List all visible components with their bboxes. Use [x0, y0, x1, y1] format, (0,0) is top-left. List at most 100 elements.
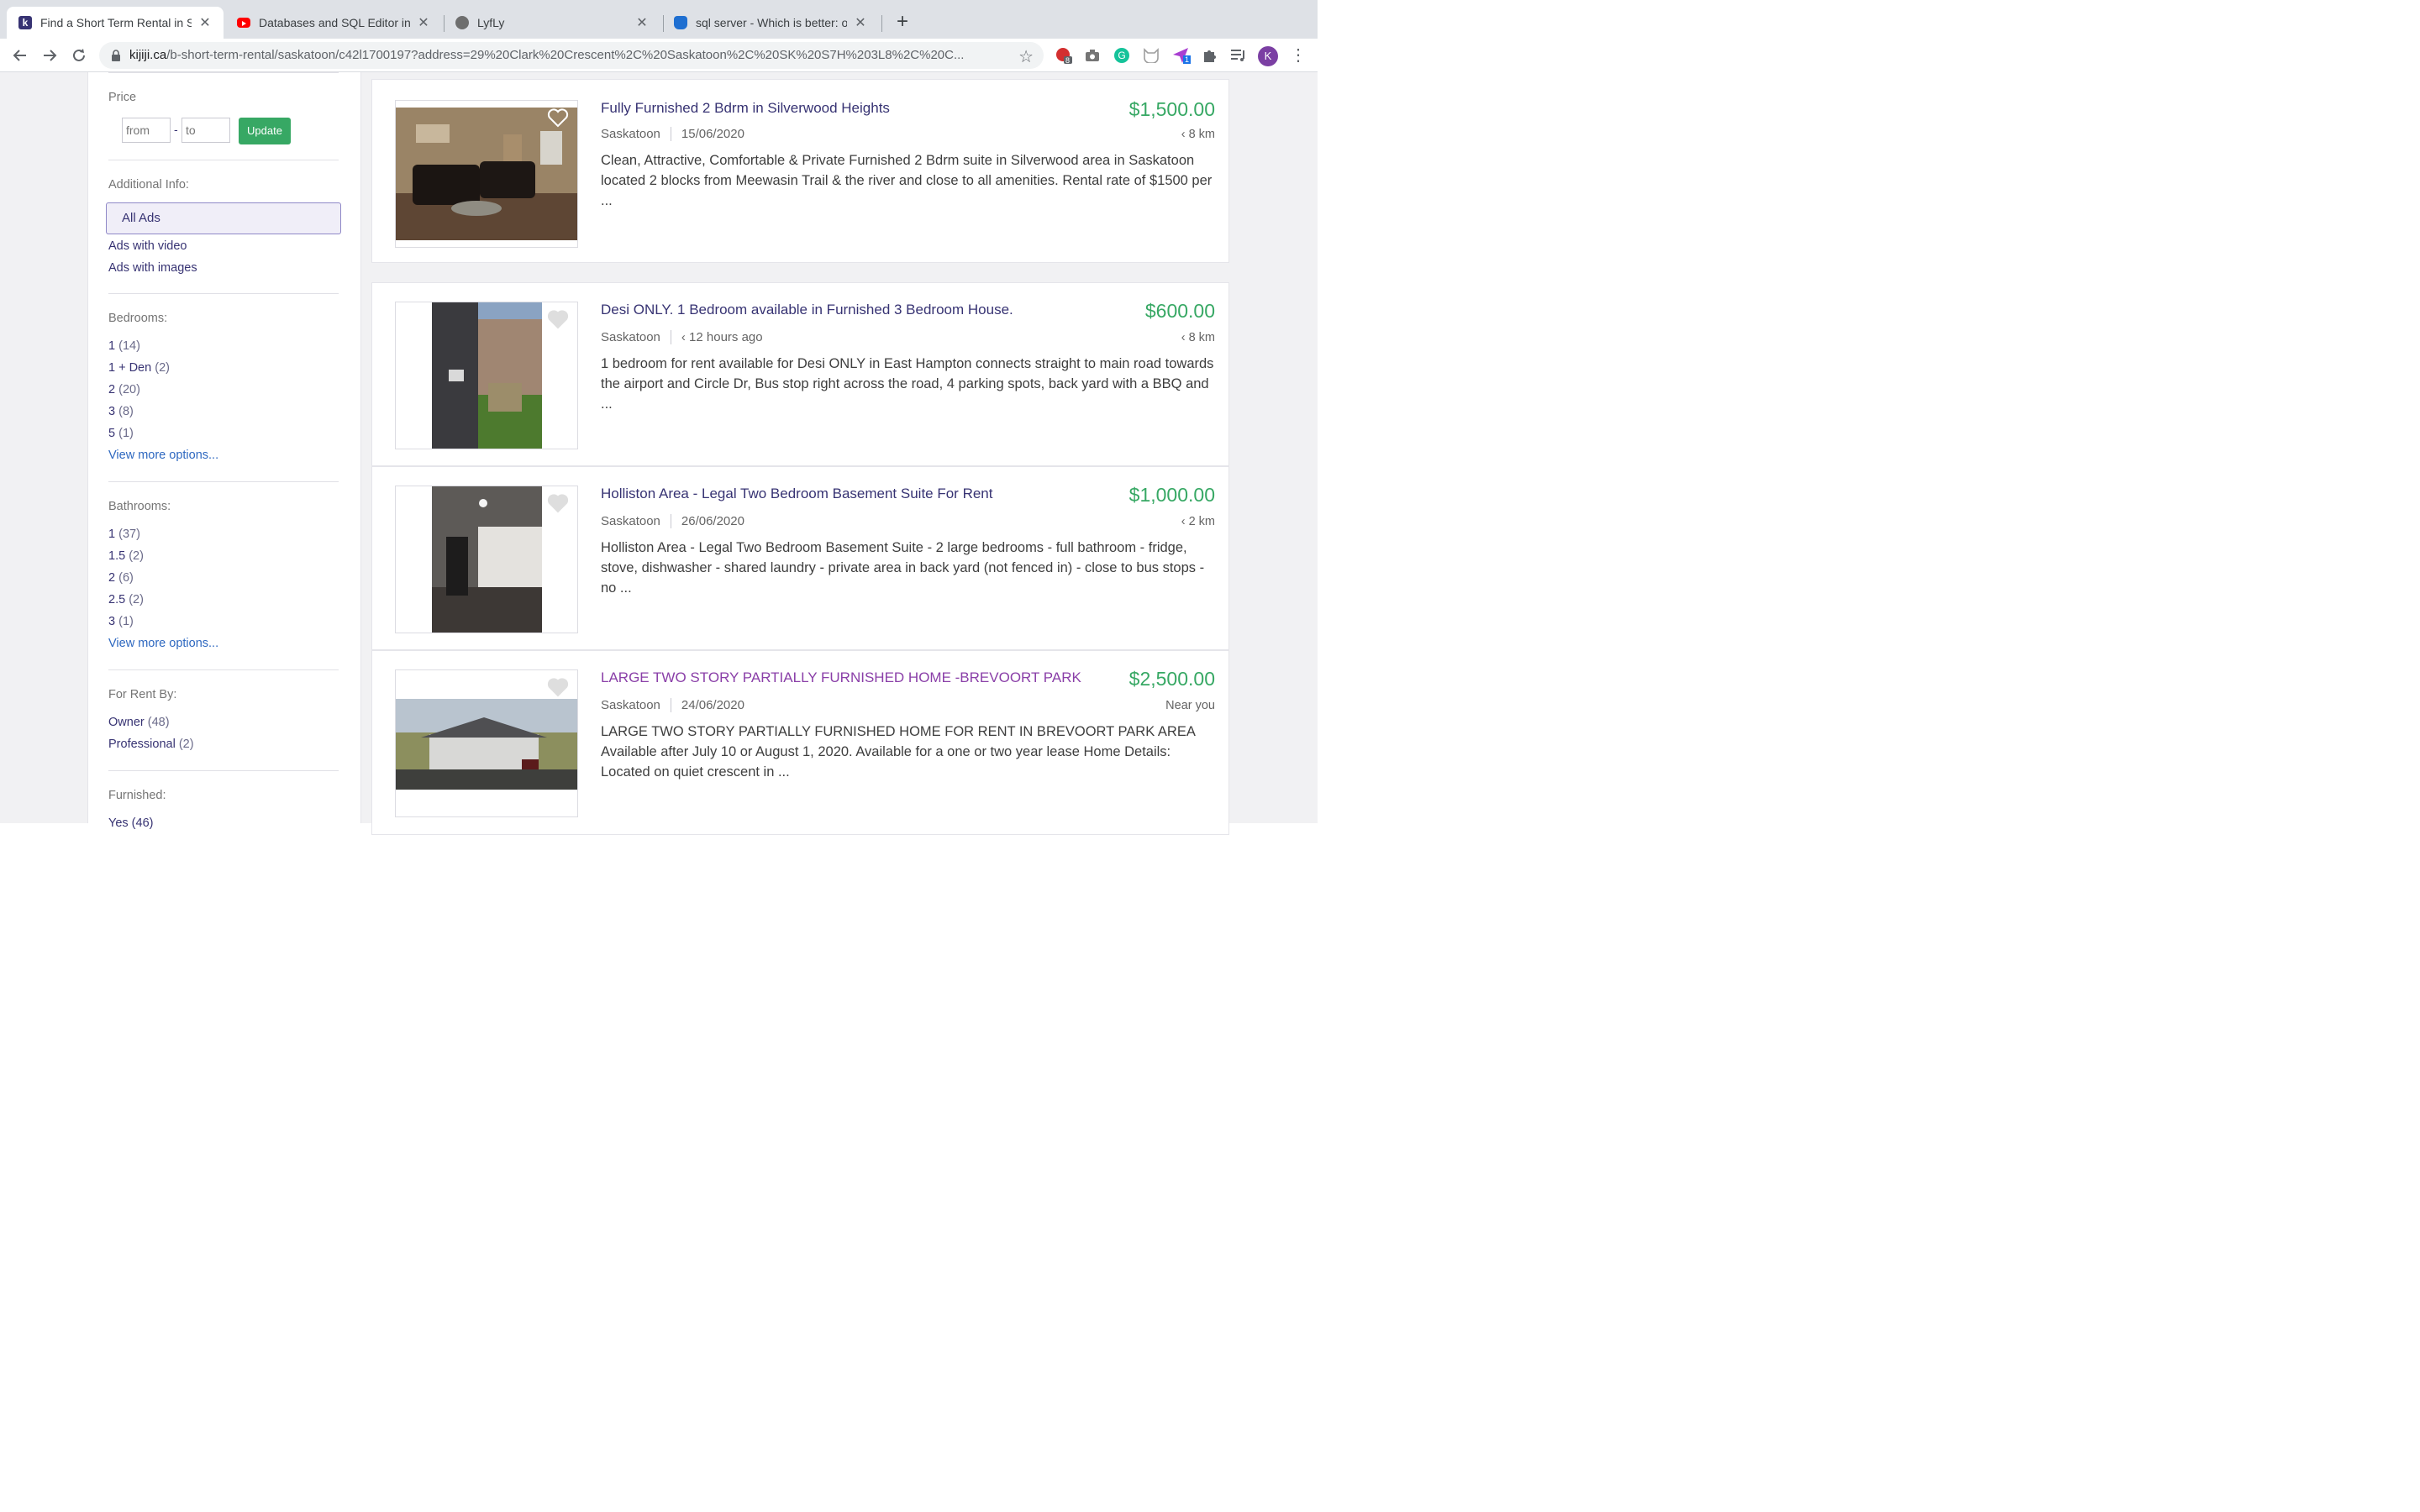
listing-title[interactable]: Holliston Area - Legal Two Bedroom Basem…: [601, 486, 992, 502]
rent-by-option[interactable]: Professional (2): [108, 733, 339, 755]
bedroom-option[interactable]: 1 (14): [108, 335, 339, 357]
listing-title[interactable]: LARGE TWO STORY PARTIALLY FURNISHED HOME…: [601, 669, 1081, 686]
price-heading: Price: [108, 91, 137, 104]
listing-location: Saskatoon: [601, 698, 671, 712]
extension-cat-icon[interactable]: [1143, 47, 1160, 64]
tab-kijiji[interactable]: k Find a Short Term Rental in Saskatoon …: [7, 7, 224, 39]
reading-list-icon[interactable]: [1230, 47, 1247, 64]
lock-icon[interactable]: [109, 49, 123, 62]
grammarly-icon[interactable]: G: [1113, 47, 1130, 64]
listing-title[interactable]: Desi ONLY. 1 Bedroom available in Furnis…: [601, 302, 1013, 318]
filter-sidebar: Price - Update Additional Info: All Ads …: [87, 72, 361, 830]
update-button[interactable]: Update: [239, 118, 291, 144]
rent-by-option[interactable]: Owner (48): [108, 711, 339, 733]
option-label: 1: [108, 528, 116, 541]
bathroom-option[interactable]: 1 (37): [108, 523, 339, 545]
listing-thumbnail[interactable]: [395, 669, 578, 817]
favorite-heart-icon[interactable]: [547, 677, 569, 697]
back-arrow-icon[interactable]: [10, 45, 30, 66]
tab-strip: k Find a Short Term Rental in Saskatoon …: [0, 0, 1318, 39]
all-ads-option[interactable]: All Ads: [106, 202, 341, 234]
favorite-heart-icon[interactable]: [547, 309, 569, 329]
listing-price: $1,500.00: [1128, 98, 1215, 120]
bathroom-option[interactable]: 3 (1): [108, 611, 339, 633]
browser-toolbar: kijiji.ca/b-short-term-rental/saskatoon/…: [0, 39, 1318, 72]
bedrooms-filter: Bedrooms: 1 (14) 1 + Den (2) 2 (20) 3 (8…: [108, 312, 339, 466]
option-count: (8): [118, 405, 134, 418]
profile-avatar[interactable]: K: [1258, 46, 1278, 66]
bedroom-option[interactable]: 2 (20): [108, 379, 339, 401]
ads-with-video-option[interactable]: Ads with video: [108, 235, 339, 257]
listing-date: 15/06/2020: [681, 127, 744, 141]
ads-with-images-option[interactable]: Ads with images: [108, 257, 339, 279]
tab-youtube[interactable]: Databases and SQL Editor in PyCharm ✕: [225, 7, 442, 39]
bathroom-option[interactable]: 2.5 (2): [108, 589, 339, 611]
bedroom-option[interactable]: 3 (8): [108, 401, 339, 423]
tab-title: LyfLy: [477, 16, 505, 29]
bedroom-option[interactable]: 5 (1): [108, 423, 339, 444]
listing-location: Saskatoon: [601, 127, 671, 141]
price-to-input[interactable]: [182, 118, 230, 143]
listing-location: Saskatoon: [601, 514, 671, 528]
bathrooms-view-more-link[interactable]: View more options...: [108, 633, 339, 654]
listing-description: LARGE TWO STORY PARTIALLY FURNISHED HOME…: [601, 724, 1195, 780]
bedroom-option[interactable]: 1 + Den (2): [108, 357, 339, 379]
reload-icon[interactable]: [69, 45, 89, 66]
forward-arrow-icon[interactable]: [39, 45, 60, 66]
address-bar[interactable]: kijiji.ca/b-short-term-rental/saskatoon/…: [99, 42, 1044, 69]
bedrooms-view-more-link[interactable]: View more options...: [108, 444, 339, 466]
option-label: 1.5: [108, 549, 126, 563]
listing-distance: ‹ 2 km: [1181, 515, 1215, 528]
listing-meta: Saskatoon 24/06/2020: [601, 698, 744, 712]
new-tab-icon[interactable]: +: [892, 12, 913, 32]
option-label: 1 + Den: [108, 361, 152, 375]
send-icon[interactable]: 1: [1172, 47, 1192, 64]
option-count: (48): [147, 716, 170, 729]
listing-description: Clean, Attractive, Comfortable & Private…: [601, 153, 1213, 208]
listing-meta: Saskatoon 15/06/2020: [601, 127, 744, 141]
listing-card[interactable]: Fully Furnished 2 Bdrm in Silverwood Hei…: [371, 79, 1229, 263]
listing-thumbnail[interactable]: [395, 302, 578, 449]
bathrooms-heading: Bathrooms:: [108, 500, 171, 513]
divider: [108, 669, 339, 670]
option-label: 1: [108, 339, 116, 353]
listing-card[interactable]: Holliston Area - Legal Two Bedroom Basem…: [371, 466, 1229, 650]
listing-price: $1,000.00: [1128, 484, 1215, 506]
listing-thumbnail[interactable]: [395, 486, 578, 633]
additional-info-list: Ads with video Ads with images: [108, 235, 339, 279]
close-icon[interactable]: ✕: [635, 16, 649, 30]
extensions-puzzle-icon[interactable]: [1202, 47, 1218, 64]
tab-lyfly[interactable]: LyfLy ✕: [444, 7, 660, 39]
camera-icon[interactable]: [1084, 47, 1101, 64]
close-icon[interactable]: ✕: [198, 16, 212, 30]
page-content: Price - Update Additional Info: All Ads …: [0, 72, 1318, 835]
listing-meta: Saskatoon 26/06/2020: [601, 514, 744, 528]
tab-title: Find a Short Term Rental in Saskatoon: [40, 16, 192, 29]
listing-card[interactable]: Desi ONLY. 1 Bedroom available in Furnis…: [371, 282, 1229, 466]
bathroom-option[interactable]: 2 (6): [108, 567, 339, 589]
bathrooms-filter: Bathrooms: 1 (37) 1.5 (2) 2 (6) 2.5 (2) …: [108, 500, 339, 654]
extension-adblock-icon[interactable]: 8: [1055, 47, 1072, 65]
listing-thumbnail[interactable]: [395, 100, 578, 248]
favorite-heart-icon[interactable]: [547, 493, 569, 513]
bathroom-option[interactable]: 1.5 (2): [108, 545, 339, 567]
option-label: 3: [108, 615, 116, 628]
close-icon[interactable]: ✕: [417, 16, 430, 30]
price-from-input[interactable]: [122, 118, 171, 143]
option-label: Owner: [108, 716, 145, 729]
listing-card[interactable]: LARGE TWO STORY PARTIALLY FURNISHED HOME…: [371, 650, 1229, 835]
bedrooms-heading: Bedrooms:: [108, 312, 168, 325]
url-text: kijiji.ca/b-short-term-rental/saskatoon/…: [129, 48, 1012, 62]
database-icon: [674, 16, 687, 29]
listing-title[interactable]: Fully Furnished 2 Bdrm in Silverwood Hei…: [601, 100, 890, 117]
listing-meta: Saskatoon ‹ 12 hours ago: [601, 330, 763, 344]
option-label: 3: [108, 405, 116, 418]
favorite-heart-icon[interactable]: [547, 108, 569, 128]
close-icon[interactable]: ✕: [854, 16, 867, 30]
furnished-option[interactable]: Yes (46): [108, 812, 339, 834]
menu-kebab-icon[interactable]: ⋮: [1290, 45, 1307, 66]
extension-badge: 1: [1183, 55, 1192, 64]
svg-text:G: G: [1118, 50, 1125, 61]
bookmark-star-icon[interactable]: ☆: [1018, 46, 1034, 67]
tab-sql-server[interactable]: sql server - Which is better: on ✕: [662, 7, 879, 39]
